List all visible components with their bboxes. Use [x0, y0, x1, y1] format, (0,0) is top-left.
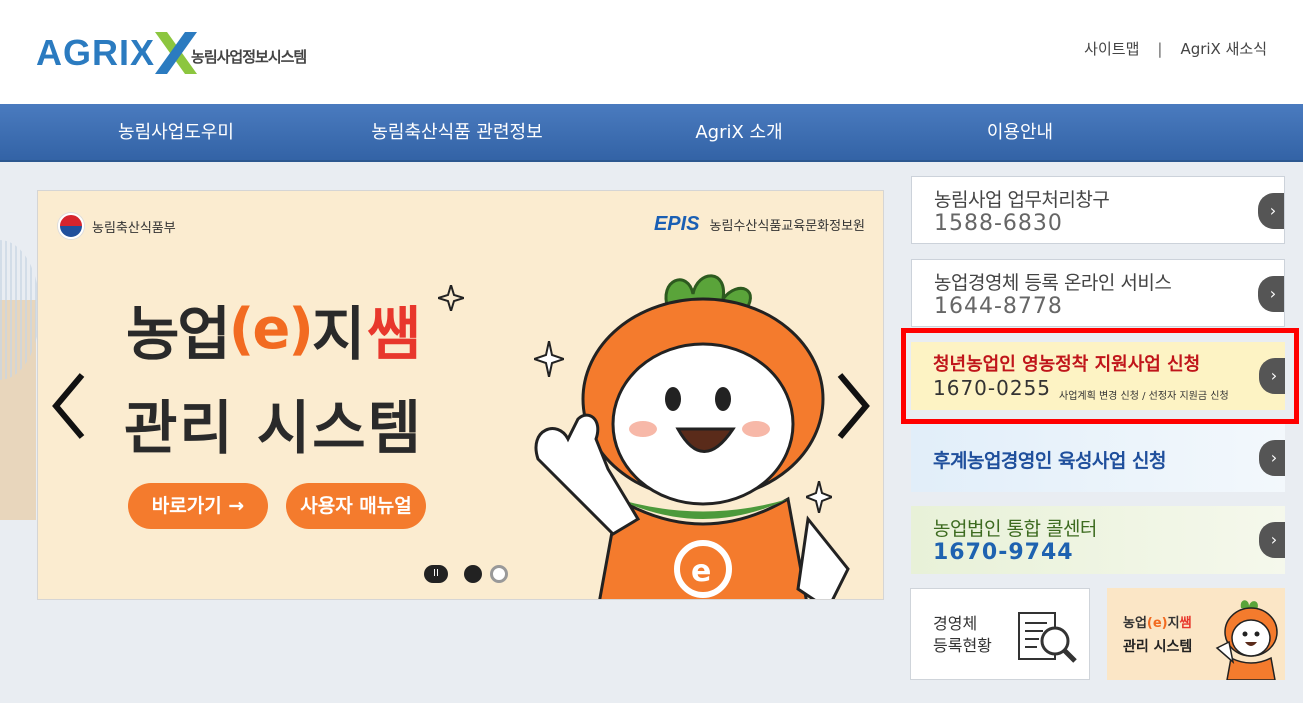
highlight-box	[901, 328, 1299, 424]
registration-status-label: 경영체 등록현황	[933, 613, 992, 657]
svg-text:e: e	[691, 554, 711, 589]
nav-item-about[interactable]: AgriX 소개	[664, 104, 814, 162]
service-successor-farmer[interactable]: 후계농업경영인 육성사업 신청 ›	[911, 424, 1285, 492]
title-ssam: 쌤	[367, 300, 420, 368]
mascot-mini-icon	[1215, 600, 1278, 680]
promo-subtitle: 관리 시스템	[1123, 639, 1193, 655]
epis-logo: EPIS 농림수산식품교육문화정보원	[654, 213, 865, 236]
status-line1: 경영체	[933, 614, 978, 633]
nav-item-related-info[interactable]: 농림축산식품 관련정보	[352, 104, 562, 162]
util-separator: |	[1157, 39, 1163, 58]
logo-text: AGRIX	[36, 32, 156, 73]
promo-title: 농업(e)지쌤	[1123, 612, 1192, 631]
ministry-name: 농림축산식품부	[92, 220, 176, 236]
title-e: (e)	[228, 296, 314, 362]
main-banner[interactable]: 농림축산식품부 EPIS 농림수산식품교육문화정보원 농업 (e) 지 쌤 관리…	[37, 190, 884, 600]
taeguk-icon	[58, 213, 84, 239]
site-header: AGRIX 농림사업정보시스템 사이트맵 | AgriX 새소식	[0, 0, 1303, 104]
next-slide-button[interactable]	[836, 371, 870, 441]
promo-title-part1: 농업	[1123, 616, 1147, 631]
pause-button[interactable]: II	[424, 565, 448, 583]
slide-dot-2[interactable]	[490, 565, 508, 583]
service-number: 1644-8778	[934, 294, 1063, 319]
epis-name: 농림수산식품교육문화정보원	[709, 219, 865, 234]
service-corp-call-center[interactable]: 농업법인 통합 콜센터 1670-9744 ›	[911, 506, 1285, 574]
title-part1: 농업	[126, 300, 231, 368]
main-nav: 농림사업도우미 농림축산식품 관련정보 AgriX 소개 이용안내	[0, 104, 1303, 162]
ministry-logo: 농림축산식품부	[58, 213, 176, 239]
promo-title-ssam: 쌤	[1179, 616, 1192, 631]
go-arrow-icon: ›	[1258, 193, 1284, 229]
chevron-right-icon	[837, 373, 870, 439]
logo-subtitle: 농림사업정보시스템	[191, 47, 307, 66]
promo-title-part2: 지	[1167, 616, 1180, 631]
slide-indicator: II	[424, 565, 516, 583]
prev-slide-button[interactable]	[52, 371, 86, 441]
e-jissam-promo-box[interactable]: 농업(e)지쌤 관리 시스템	[1107, 588, 1285, 680]
banner-title: 농업 (e) 지 쌤	[126, 287, 421, 371]
nav-item-guide[interactable]: 이용안내	[950, 104, 1090, 162]
slide-dot-1[interactable]	[464, 565, 482, 583]
agrix-news-link[interactable]: AgriX 새소식	[1180, 38, 1267, 59]
user-manual-button[interactable]: 사용자 매뉴얼	[286, 483, 426, 529]
service-title: 농업법인 통합 콜센터	[933, 518, 1097, 540]
sitemap-link[interactable]: 사이트맵	[1084, 38, 1139, 59]
banner-title-line2: 관리 시스템	[124, 394, 423, 462]
go-arrow-icon: ›	[1259, 440, 1285, 476]
service-number: 1588-6830	[934, 211, 1063, 236]
promo-title-e: (e)	[1146, 616, 1168, 631]
service-title: 농림사업 업무처리창구	[934, 189, 1110, 211]
title-part2: 지	[311, 300, 365, 368]
service-business-registration[interactable]: 농업경영체 등록 온라인 서비스 1644-8778 ›	[911, 259, 1285, 327]
go-button[interactable]: 바로가기 →	[128, 483, 268, 529]
registration-status-box[interactable]: 경영체 등록현황	[910, 588, 1090, 680]
go-arrow-icon: ›	[1258, 276, 1284, 312]
agrix-logo[interactable]: AGRIX 농림사업정보시스템	[36, 30, 307, 76]
service-farm-window[interactable]: 농림사업 업무처리창구 1588-6830 ›	[911, 176, 1285, 244]
go-arrow-icon: ›	[1259, 522, 1285, 558]
mascot-illustration: e	[534, 274, 850, 599]
epis-logo-text: EPIS	[653, 213, 700, 235]
chevron-left-icon	[52, 373, 85, 439]
service-title: 농업경영체 등록 온라인 서비스	[934, 272, 1172, 294]
status-line2: 등록현황	[933, 636, 992, 655]
service-title: 후계농업경영인 육성사업 신청	[933, 450, 1166, 472]
sparkle-icon	[438, 285, 464, 311]
document-search-icon	[1018, 612, 1077, 663]
utility-links: 사이트맵 | AgriX 새소식	[1084, 38, 1267, 59]
nav-item-farm-helper[interactable]: 농림사업도우미	[96, 104, 256, 162]
service-number: 1670-9744	[933, 540, 1074, 565]
